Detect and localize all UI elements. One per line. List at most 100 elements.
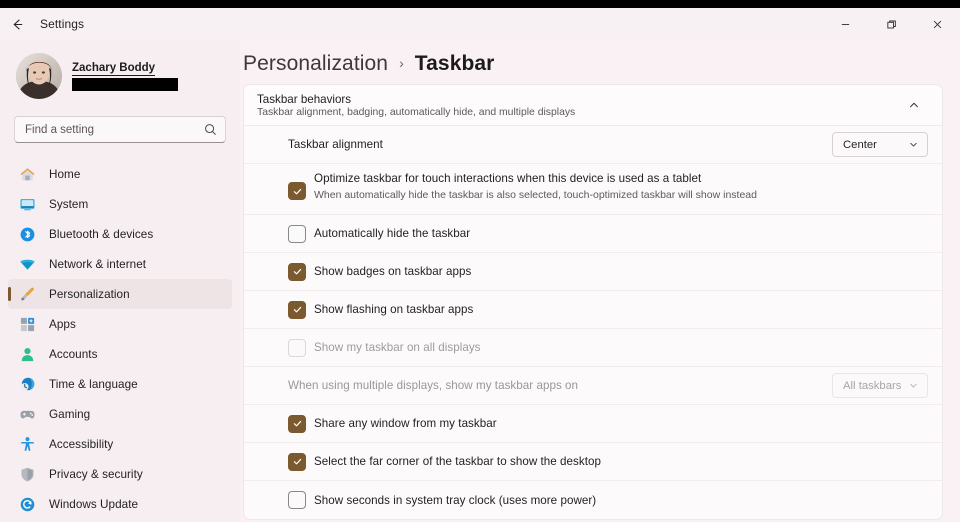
account-block[interactable]: Zachary Boddy <box>0 40 240 102</box>
sidebar-item-label: System <box>49 197 89 211</box>
row-text-block: Show flashing on taskbar apps <box>288 303 928 316</box>
row-text-block: Show seconds in system tray clock (uses … <box>288 494 928 507</box>
multiple-displays-dropdown: All taskbars <box>832 373 928 398</box>
card-header-text: Taskbar behaviors Taskbar alignment, bad… <box>257 93 900 118</box>
chevron-up-icon[interactable] <box>900 91 928 119</box>
card-subtitle: Taskbar alignment, badging, automaticall… <box>257 106 576 118</box>
breadcrumb-separator-icon: › <box>399 55 404 71</box>
sidebar-item-label: Windows Update <box>49 497 139 511</box>
sidebar-item-bluetooth-devices[interactable]: Bluetooth & devices <box>8 219 232 249</box>
sidebar-item-system[interactable]: System <box>8 189 232 219</box>
row-text-block: Share any window from my taskbar <box>288 417 928 430</box>
sidebar-item-label: Home <box>49 167 81 181</box>
row-label: Show flashing on taskbar apps <box>314 303 474 316</box>
checkbox-auto-hide-taskbar[interactable] <box>288 224 306 243</box>
sidebar-item-apps[interactable]: Apps <box>8 309 232 339</box>
sidebar: Zachary Boddy Home <box>0 40 240 522</box>
sidebar-item-label: Privacy & security <box>49 467 143 481</box>
bluetooth-icon <box>18 225 36 243</box>
accessibility-person-icon <box>18 435 36 453</box>
row-text-block: Show my taskbar on all displays <box>288 341 928 354</box>
checkbox-show-desktop-corner[interactable] <box>288 452 306 471</box>
checkbox-optimize-touch[interactable] <box>288 182 306 200</box>
sidebar-item-label: Personalization <box>49 287 130 301</box>
close-icon[interactable] <box>914 8 960 40</box>
row-label: Taskbar alignment <box>288 138 383 151</box>
sidebar-item-network-internet[interactable]: Network & internet <box>8 249 232 279</box>
wifi-icon <box>18 255 36 273</box>
row-label: Share any window from my taskbar <box>314 417 497 430</box>
sidebar-item-accounts[interactable]: Accounts <box>8 339 232 369</box>
row-taskbar-all-displays: Show my taskbar on all displays <box>244 329 942 367</box>
row-show-desktop-corner[interactable]: Select the far corner of the taskbar to … <box>244 443 942 481</box>
taskbar-alignment-dropdown[interactable]: Center <box>832 132 928 157</box>
row-text-block: Automatically hide the taskbar <box>288 227 928 240</box>
search-box[interactable] <box>14 116 226 143</box>
window-titlebar: Settings <box>0 8 960 40</box>
sidebar-item-home[interactable]: Home <box>8 159 232 189</box>
main-content: Personalization › Taskbar Taskbar behavi… <box>240 40 960 522</box>
search-input[interactable] <box>25 123 204 136</box>
row-text-block: Show badges on taskbar apps <box>288 265 928 278</box>
row-label: Select the far corner of the taskbar to … <box>314 455 602 468</box>
row-text-block: Optimize taskbar for touch interactions … <box>288 172 928 201</box>
chevron-down-icon <box>908 380 919 391</box>
row-label: Show my taskbar on all displays <box>314 341 481 354</box>
sidebar-item-label: Accessibility <box>49 437 114 451</box>
checkbox-show-seconds-clock[interactable] <box>288 491 306 509</box>
breadcrumb: Personalization › Taskbar <box>240 40 960 84</box>
account-email-redacted <box>72 77 178 91</box>
row-label: When using multiple displays, show my ta… <box>288 379 579 392</box>
row-label: Optimize taskbar for touch interactions … <box>314 172 702 185</box>
sidebar-item-accessibility[interactable]: Accessibility <box>8 429 232 459</box>
chevron-down-icon <box>908 139 919 150</box>
row-show-flashing[interactable]: Show flashing on taskbar apps <box>244 291 942 329</box>
update-refresh-icon <box>18 495 36 513</box>
row-show-seconds-clock[interactable]: Show seconds in system tray clock (uses … <box>244 481 942 519</box>
paintbrush-icon <box>18 285 36 303</box>
restore-icon[interactable] <box>868 8 914 40</box>
sidebar-nav: Home System Bluetooth & devices Network … <box>0 159 240 519</box>
account-name: Zachary Boddy <box>72 61 156 76</box>
sidebar-item-label: Apps <box>49 317 76 331</box>
row-label: Show seconds in system tray clock (uses … <box>314 493 597 507</box>
sidebar-item-label: Bluetooth & devices <box>49 227 154 241</box>
dropdown-value: Center <box>843 138 877 151</box>
row-auto-hide-taskbar[interactable]: Automatically hide the taskbar <box>244 215 942 253</box>
sidebar-item-privacy-security[interactable]: Privacy & security <box>8 459 232 489</box>
screen-top-bezel <box>0 0 960 8</box>
avatar <box>16 53 62 99</box>
person-icon <box>18 345 36 363</box>
system-monitor-icon <box>18 195 36 213</box>
checkbox-taskbar-all-displays <box>288 338 306 357</box>
sidebar-item-personalization[interactable]: Personalization <box>8 279 232 309</box>
row-text-block: Select the far corner of the taskbar to … <box>288 455 928 468</box>
breadcrumb-parent[interactable]: Personalization <box>243 52 388 76</box>
card-header[interactable]: Taskbar behaviors Taskbar alignment, bad… <box>244 85 942 126</box>
sidebar-item-time-language[interactable]: Time & language <box>8 369 232 399</box>
sidebar-item-label: Time & language <box>49 377 138 391</box>
row-description: When automatically hide the taskbar is a… <box>314 189 757 201</box>
row-optimize-touch[interactable]: Optimize taskbar for touch interactions … <box>244 164 942 215</box>
checkbox-share-any-window[interactable] <box>288 414 306 433</box>
sidebar-item-label: Accounts <box>49 347 98 361</box>
gamepad-icon <box>18 405 36 423</box>
row-show-badges[interactable]: Show badges on taskbar apps <box>244 253 942 291</box>
back-arrow-icon[interactable] <box>0 8 34 40</box>
shield-icon <box>18 465 36 483</box>
row-multiple-displays-apps: When using multiple displays, show my ta… <box>244 367 942 405</box>
checkbox-show-flashing[interactable] <box>288 300 306 319</box>
page-title: Taskbar <box>414 52 495 75</box>
sidebar-item-gaming[interactable]: Gaming <box>8 399 232 429</box>
card-title: Taskbar behaviors <box>257 92 352 106</box>
sidebar-item-windows-update[interactable]: Windows Update <box>8 489 232 519</box>
sidebar-item-label: Gaming <box>49 407 91 421</box>
search-icon <box>204 123 217 136</box>
clock-globe-icon <box>18 375 36 393</box>
taskbar-behaviors-card: Taskbar behaviors Taskbar alignment, bad… <box>243 84 943 520</box>
window-title: Settings <box>40 17 85 31</box>
minimize-icon[interactable] <box>822 8 868 40</box>
row-label: Automatically hide the taskbar <box>314 227 471 240</box>
row-share-any-window[interactable]: Share any window from my taskbar <box>244 405 942 443</box>
checkbox-show-badges[interactable] <box>288 262 306 281</box>
